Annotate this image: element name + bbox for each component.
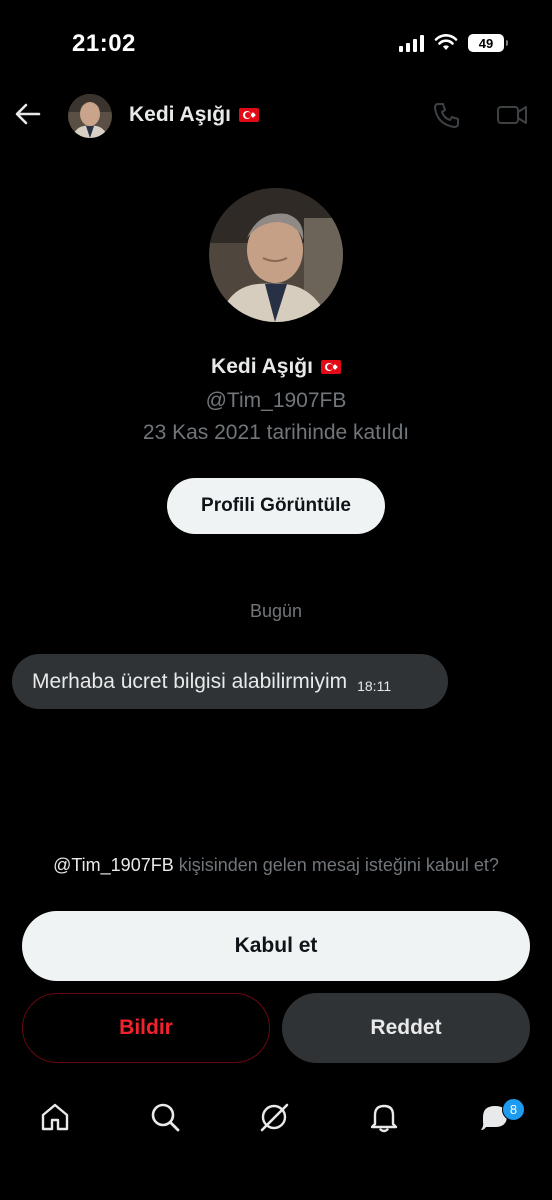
home-icon — [41, 1103, 69, 1131]
header-avatar[interactable] — [68, 94, 112, 138]
message-time: 18:11 — [357, 677, 392, 694]
profile-name-row: Kedi Aşığı — [0, 355, 552, 379]
decline-button[interactable]: Reddet — [282, 993, 530, 1063]
messages-badge: 8 — [502, 1098, 525, 1121]
day-separator: Bugün — [249, 601, 303, 621]
wifi-icon — [434, 34, 458, 50]
header-title[interactable]: Kedi Aşığı — [129, 103, 259, 127]
request-prompt: @Tim_1907FB kişisinden gelen mesaj isteğ… — [0, 855, 552, 876]
profile-handle: @Tim_1907FB — [205, 389, 347, 412]
turkey-flag-icon — [320, 360, 341, 374]
back-button[interactable] — [14, 100, 42, 128]
nav-search[interactable] — [147, 1099, 183, 1135]
request-text: kişisinden gelen mesaj isteğini kabul et… — [178, 855, 499, 875]
signal-icon — [399, 34, 424, 52]
message-bubble[interactable]: Merhaba ücret bilgisi alabilirmiyim 18:1… — [12, 654, 448, 709]
phone-icon — [434, 103, 459, 128]
arrow-left-icon — [15, 103, 41, 125]
view-profile-button[interactable]: Profili Görüntüle — [167, 478, 385, 534]
video-icon — [497, 106, 527, 124]
nav-home[interactable] — [37, 1099, 73, 1135]
turkey-flag-icon — [238, 108, 259, 122]
profile-joined-date: 23 Kas 2021 tarihinde katıldı — [142, 421, 410, 444]
report-button[interactable]: Bildir — [22, 993, 270, 1063]
status-indicators: 49 — [399, 34, 508, 52]
request-handle: @Tim_1907FB — [53, 855, 174, 875]
profile-avatar[interactable] — [209, 188, 343, 322]
profile-name: Kedi Aşığı — [211, 355, 313, 378]
accept-button[interactable]: Kabul et — [22, 911, 530, 981]
grok-icon — [260, 1103, 289, 1132]
nav-grok[interactable] — [256, 1099, 292, 1135]
call-button[interactable] — [432, 100, 462, 130]
nav-notifications[interactable] — [366, 1099, 402, 1135]
battery-indicator: 49 — [468, 34, 508, 52]
message-text: Merhaba ücret bilgisi alabilirmiyim — [32, 669, 348, 693]
video-call-button[interactable] — [496, 100, 528, 130]
status-time: 21:02 — [72, 30, 136, 57]
search-icon — [151, 1103, 180, 1132]
header-name: Kedi Aşığı — [129, 103, 231, 126]
bell-icon — [370, 1104, 398, 1133]
